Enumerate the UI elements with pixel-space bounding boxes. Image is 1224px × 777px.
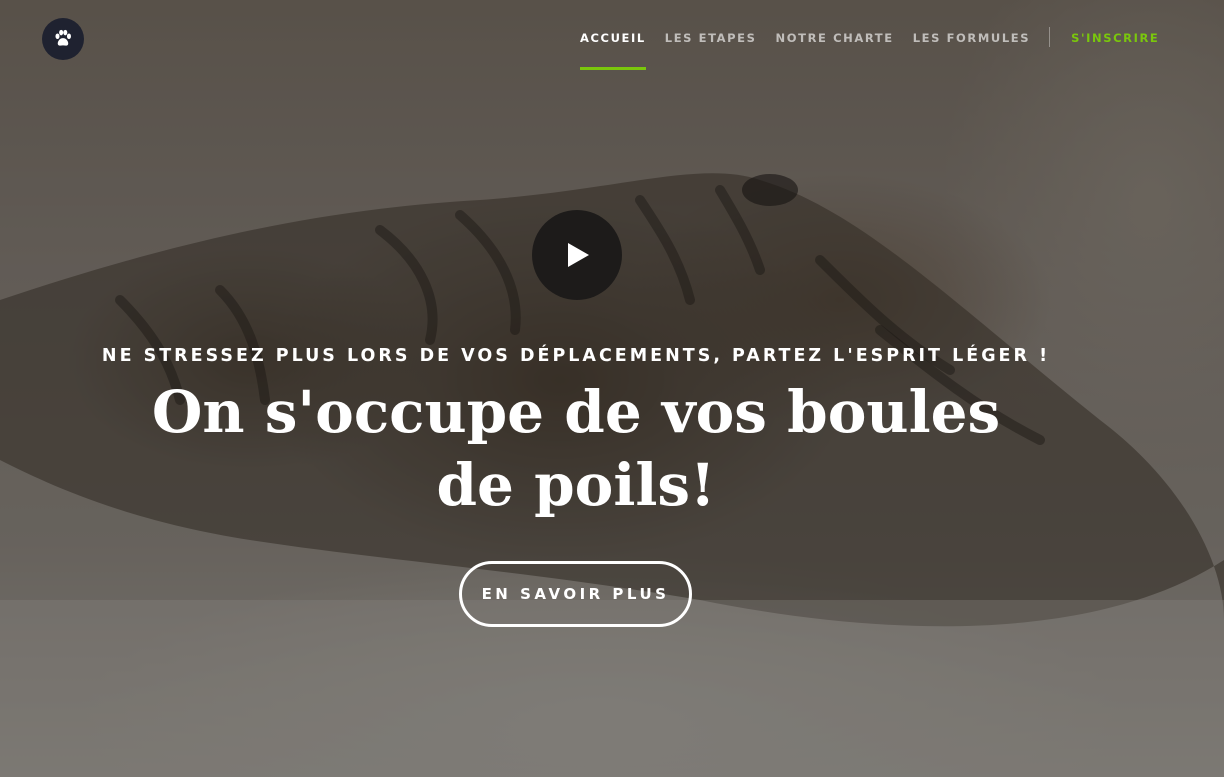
- logo-button[interactable]: [42, 18, 84, 60]
- nav-divider: [1049, 27, 1051, 47]
- paw-icon: [55, 29, 71, 46]
- hero-headline: On s'occupe de vos boules de poils!: [0, 376, 1152, 522]
- headline-line-2: de poils!: [436, 451, 716, 519]
- signup-link[interactable]: S'INSCRIRE: [1071, 0, 1159, 70]
- nav-item-les-formules[interactable]: LES FORMULES: [913, 0, 1030, 70]
- nav-item-notre-charte[interactable]: NOTRE CHARTE: [776, 0, 894, 70]
- nav-item-accueil[interactable]: ACCUEIL: [580, 0, 646, 70]
- hero-tagline: NE STRESSEZ PLUS LORS DE VOS DÉPLACEMENT…: [101, 346, 1051, 366]
- play-video-button[interactable]: [532, 210, 622, 300]
- nav-item-les-etapes[interactable]: LES ETAPES: [665, 0, 757, 70]
- headline-line-1: On s'occupe de vos boules: [151, 378, 1001, 446]
- main-nav: ACCUEIL LES ETAPES NOTRE CHARTE LES FORM…: [580, 0, 1178, 72]
- play-icon: [568, 243, 589, 267]
- learn-more-button[interactable]: EN SAVOIR PLUS: [459, 561, 692, 627]
